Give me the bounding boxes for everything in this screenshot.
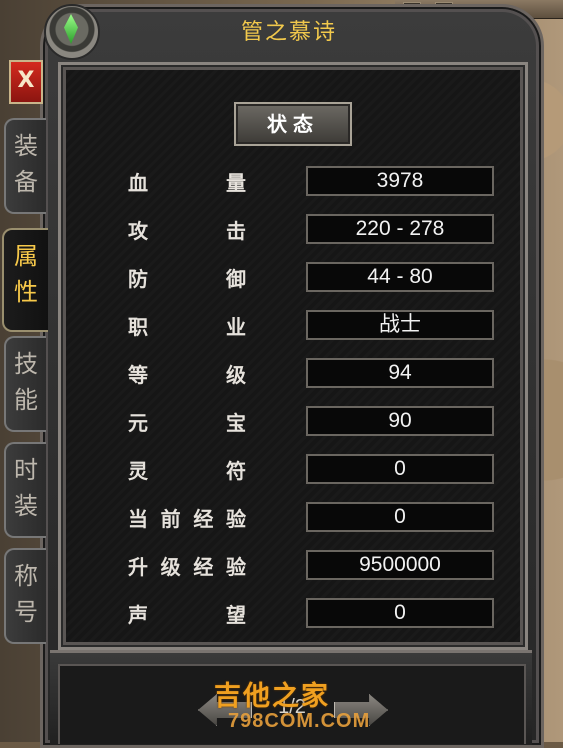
tab-label-char: 称 bbox=[14, 562, 38, 590]
stat-label-char: 符 bbox=[226, 458, 246, 483]
stat-label-char: 前 bbox=[160, 506, 181, 531]
stat-label-char: 级 bbox=[226, 362, 246, 387]
stat-label: 当前经验 bbox=[128, 502, 246, 532]
stat-label: 职业 bbox=[128, 310, 246, 340]
stat-label-char: 职 bbox=[128, 314, 148, 339]
stat-label-char: 望 bbox=[226, 602, 246, 627]
stat-label: 攻击 bbox=[128, 214, 246, 244]
stat-label: 灵符 bbox=[128, 454, 246, 484]
tab-label-char: 号 bbox=[14, 598, 38, 626]
stat-label: 声望 bbox=[128, 598, 246, 628]
tab-label-char: 能 bbox=[14, 386, 38, 414]
stat-label: 防御 bbox=[128, 262, 246, 292]
tab-0[interactable]: 装备 bbox=[4, 118, 46, 214]
stat-label-char: 等 bbox=[128, 362, 148, 387]
stat-label-char: 元 bbox=[128, 410, 148, 435]
stat-label-char: 攻 bbox=[128, 218, 148, 243]
close-button[interactable]: X bbox=[9, 60, 43, 104]
tab-4[interactable]: 称号 bbox=[4, 548, 46, 644]
stat-label-char: 验 bbox=[225, 506, 246, 531]
stat-label-char: 击 bbox=[226, 218, 246, 243]
stat-label-char: 当 bbox=[128, 506, 148, 531]
stat-label-char: 经 bbox=[193, 506, 214, 531]
stat-value: 220 - 278 bbox=[306, 214, 494, 244]
stat-label-char: 血 bbox=[128, 170, 148, 195]
stat-value: 0 bbox=[306, 598, 494, 628]
stat-value: 90 bbox=[306, 406, 494, 436]
tab-3[interactable]: 时装 bbox=[4, 442, 46, 538]
stat-value: 44 - 80 bbox=[306, 262, 494, 292]
tab-label-char: 性 bbox=[14, 278, 38, 306]
stat-label-char: 量 bbox=[226, 170, 246, 195]
stat-value: 94 bbox=[306, 358, 494, 388]
stat-label-char: 验 bbox=[225, 554, 246, 579]
stat-label-char: 升 bbox=[128, 554, 148, 579]
tab-label-char: 技 bbox=[14, 350, 38, 378]
window-title: 管之慕诗 bbox=[240, 20, 337, 45]
stat-label-char: 经 bbox=[193, 554, 214, 579]
stat-value: 9500000 bbox=[306, 550, 494, 580]
tab-label-char: 时 bbox=[14, 456, 38, 484]
stat-label: 血量 bbox=[128, 166, 246, 196]
tab-label-char: 备 bbox=[14, 168, 38, 196]
status-button[interactable]: 状态 bbox=[234, 102, 352, 146]
stat-label: 元宝 bbox=[128, 406, 246, 436]
stat-label-char: 声 bbox=[128, 602, 148, 627]
stat-label-char: 御 bbox=[226, 266, 246, 291]
stat-value: 3978 bbox=[306, 166, 494, 196]
stat-label-char: 业 bbox=[226, 314, 246, 339]
stat-value: 0 bbox=[306, 502, 494, 532]
tab-label-char: 属 bbox=[14, 242, 38, 270]
stat-label: 等级 bbox=[128, 358, 246, 388]
watermark-name: 吉他之家 bbox=[214, 681, 330, 712]
stat-value: 0 bbox=[306, 454, 494, 484]
stat-label-char: 灵 bbox=[128, 458, 148, 483]
tab-label-char: 装 bbox=[14, 492, 38, 520]
tab-1[interactable]: 属性 bbox=[2, 228, 48, 332]
watermark-site: 798COM.COM bbox=[228, 710, 371, 732]
tab-2[interactable]: 技能 bbox=[4, 336, 46, 432]
stat-label-char: 防 bbox=[128, 266, 148, 291]
stat-label-char: 级 bbox=[160, 554, 181, 579]
stat-value: 战士 bbox=[306, 310, 494, 340]
stat-label-char: 宝 bbox=[226, 410, 246, 435]
stat-label: 升级经验 bbox=[128, 550, 246, 580]
tab-label-char: 装 bbox=[14, 132, 38, 160]
